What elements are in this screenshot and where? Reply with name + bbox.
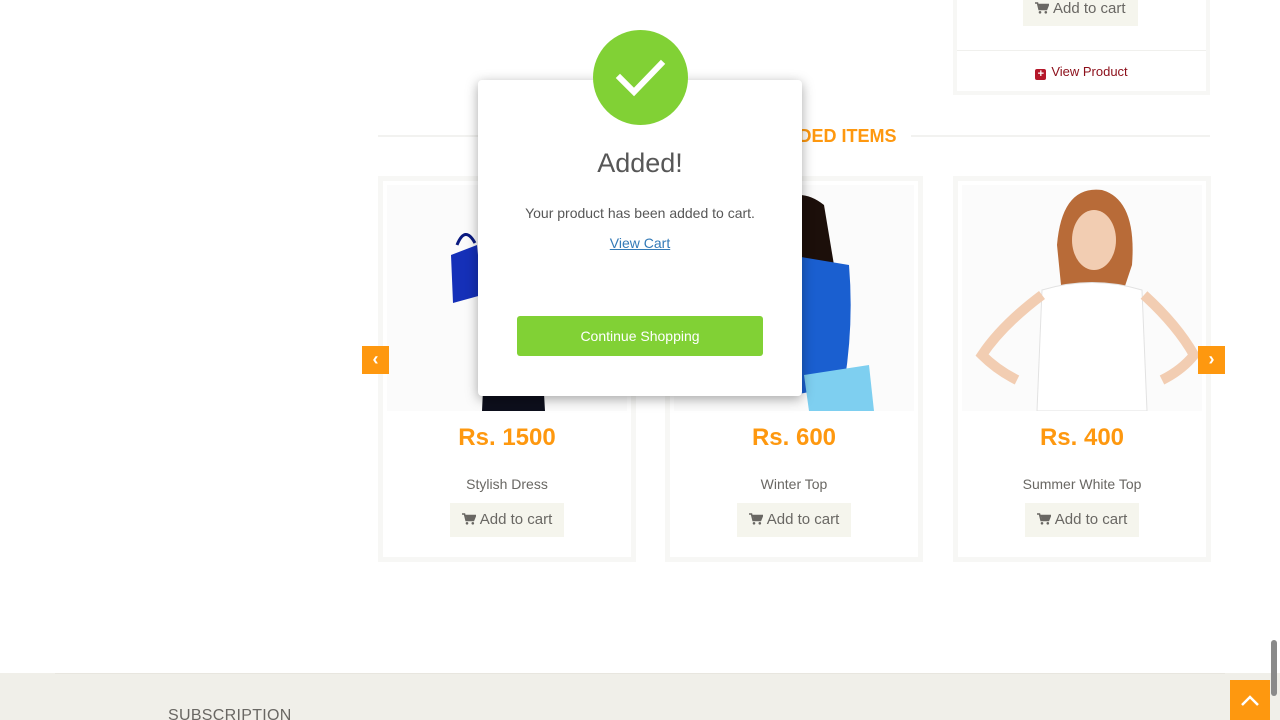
scrollbar-thumb[interactable] <box>1271 640 1277 696</box>
scroll-up-button[interactable] <box>1230 680 1270 720</box>
cart-icon <box>1035 2 1049 14</box>
add-to-cart-label: Add to cart <box>1054 511 1128 528</box>
view-cart-link[interactable]: View Cart <box>478 235 802 251</box>
product-card: Rs. 400 Summer White Top Add to cart <box>953 176 1211 562</box>
product-image <box>962 185 1202 411</box>
continue-shopping-button[interactable]: Continue Shopping <box>517 316 763 356</box>
chevron-left-icon: ‹ <box>372 349 379 369</box>
view-product-link[interactable]: + View Product <box>957 64 1206 80</box>
modal-title: Added! <box>597 148 683 178</box>
product-price: Rs. 400 <box>1039 424 1125 451</box>
product-price: Rs. 600 <box>751 424 837 451</box>
page: Add to cart +View Product RECOMMENDED IT… <box>0 0 1280 720</box>
cart-icon <box>1036 513 1051 525</box>
add-to-cart-label: Add to cart <box>766 511 840 528</box>
cart-icon <box>461 513 476 525</box>
subscription-heading: SUBSCRIPTION <box>168 707 292 720</box>
add-to-cart-label: Add to cart <box>1053 0 1126 17</box>
modal-message: Your product has been added to cart. <box>525 205 755 221</box>
card-divider <box>957 50 1206 51</box>
product-card-top: Add to cart + View Product <box>953 0 1210 95</box>
chevron-right-icon: › <box>1208 349 1215 369</box>
success-check-icon <box>593 30 688 125</box>
add-to-cart-button[interactable]: Add to cart <box>449 503 565 537</box>
product-price: Rs. 1500 <box>458 424 556 451</box>
footer-divider <box>55 673 1225 674</box>
add-to-cart-label: Add to cart <box>479 511 553 528</box>
add-to-cart-button[interactable]: Add to cart <box>736 503 852 537</box>
product-name: Stylish Dress <box>466 476 548 492</box>
plus-icon: + <box>1035 69 1047 80</box>
view-product-label: View Product <box>1051 64 1128 79</box>
product-name: Summer White Top <box>1022 476 1142 492</box>
add-to-cart-button[interactable]: Add to cart <box>1023 0 1138 26</box>
cart-icon <box>748 513 763 525</box>
carousel-prev-button[interactable]: ‹ <box>362 346 389 374</box>
carousel-next-button[interactable]: › <box>1198 346 1225 374</box>
add-to-cart-button[interactable]: Add to cart <box>1024 503 1140 537</box>
chevron-up-icon <box>1241 695 1259 706</box>
product-name: Winter Top <box>760 476 828 492</box>
